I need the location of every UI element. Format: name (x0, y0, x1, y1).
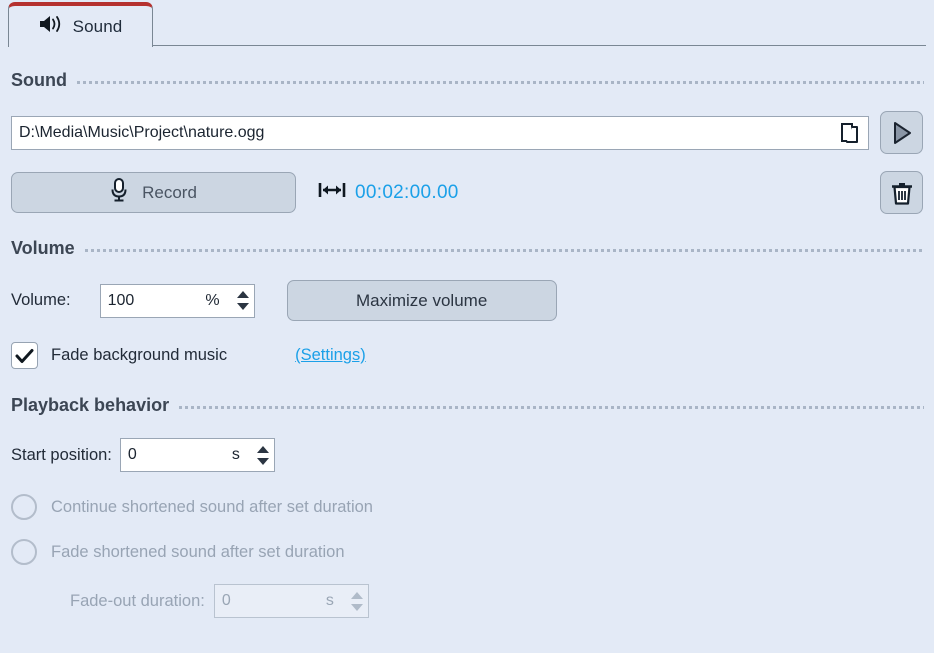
start-position-stepper-arrows[interactable] (252, 439, 274, 471)
folder-icon[interactable] (836, 120, 862, 146)
sound-path-value: D:\Media\Music\Project\nature.ogg (19, 124, 264, 142)
play-button[interactable] (880, 111, 923, 154)
maximize-volume-button[interactable]: Maximize volume (287, 280, 557, 321)
radio-fade-shortened[interactable] (11, 539, 37, 565)
fade-background-checkbox[interactable] (11, 342, 38, 369)
record-button-label: Record (142, 183, 197, 203)
start-position-row: Start position: 0 s (0, 438, 934, 472)
fade-settings-link[interactable]: (Settings) (295, 346, 366, 365)
volume-value: 100 (101, 292, 206, 310)
delete-sound-button[interactable] (880, 171, 923, 214)
section-divider-volume (85, 249, 924, 252)
radio-continue-label: Continue shortened sound after set durat… (51, 498, 373, 517)
radio-continue-shortened[interactable] (11, 494, 37, 520)
volume-label: Volume: (11, 291, 71, 310)
chevron-up-icon[interactable] (237, 291, 249, 298)
start-position-value: 0 (121, 446, 232, 464)
record-button[interactable]: Record (11, 172, 296, 213)
section-title-volume: Volume (11, 238, 75, 259)
fadeout-duration-unit: s (326, 592, 346, 610)
section-header-volume: Volume (0, 238, 934, 259)
fadeout-duration-stepper[interactable]: 0 s (214, 584, 369, 618)
fadeout-duration-label: Fade-out duration: (70, 592, 205, 611)
section-title-sound: Sound (11, 70, 67, 91)
fadeout-duration-stepper-arrows[interactable] (346, 585, 368, 617)
maximize-volume-label: Maximize volume (356, 291, 487, 311)
checkmark-icon (15, 348, 34, 364)
chevron-up-icon[interactable] (351, 592, 363, 599)
microphone-icon (110, 177, 128, 208)
duration-arrow-icon (318, 181, 346, 204)
tab-strip-divider (152, 45, 926, 46)
fade-background-label: Fade background music (51, 346, 227, 365)
record-row: Record 00:02:00.00 (0, 171, 934, 214)
section-header-sound: Sound (0, 70, 934, 91)
fadeout-duration-value: 0 (215, 592, 326, 610)
start-position-unit: s (232, 446, 252, 464)
tab-sound-label: Sound (73, 17, 123, 37)
fade-background-row: Fade background music (Settings) (0, 342, 934, 369)
chevron-down-icon[interactable] (257, 458, 269, 465)
tab-sound[interactable]: Sound (8, 2, 153, 47)
start-position-stepper[interactable]: 0 s (120, 438, 275, 472)
chevron-down-icon[interactable] (237, 303, 249, 310)
fadeout-duration-row: Fade-out duration: 0 s (0, 584, 934, 618)
chevron-up-icon[interactable] (257, 446, 269, 453)
volume-row: Volume: 100 % Maximize volume (0, 280, 934, 321)
volume-stepper-arrows[interactable] (232, 285, 254, 317)
section-header-playback: Playback behavior (0, 395, 934, 416)
volume-stepper[interactable]: 100 % (100, 284, 255, 318)
start-position-label: Start position: (11, 446, 112, 465)
chevron-down-icon[interactable] (351, 604, 363, 611)
sound-path-row: D:\Media\Music\Project\nature.ogg (0, 111, 934, 154)
section-divider-playback (179, 406, 924, 409)
tab-strip: Sound (0, 0, 934, 47)
volume-unit: % (205, 292, 231, 310)
sound-duration-value: 00:02:00.00 (355, 182, 459, 204)
radio-continue-row[interactable]: Continue shortened sound after set durat… (0, 494, 934, 520)
section-title-playback: Playback behavior (11, 395, 169, 416)
radio-fade-row[interactable]: Fade shortened sound after set duration (0, 539, 934, 565)
speaker-icon (39, 14, 64, 39)
trash-icon (890, 180, 914, 206)
play-icon (891, 121, 913, 145)
sound-path-input[interactable]: D:\Media\Music\Project\nature.ogg (11, 116, 869, 150)
sound-duration: 00:02:00.00 (318, 181, 459, 204)
section-divider-sound (77, 81, 924, 84)
radio-fade-label: Fade shortened sound after set duration (51, 543, 345, 562)
